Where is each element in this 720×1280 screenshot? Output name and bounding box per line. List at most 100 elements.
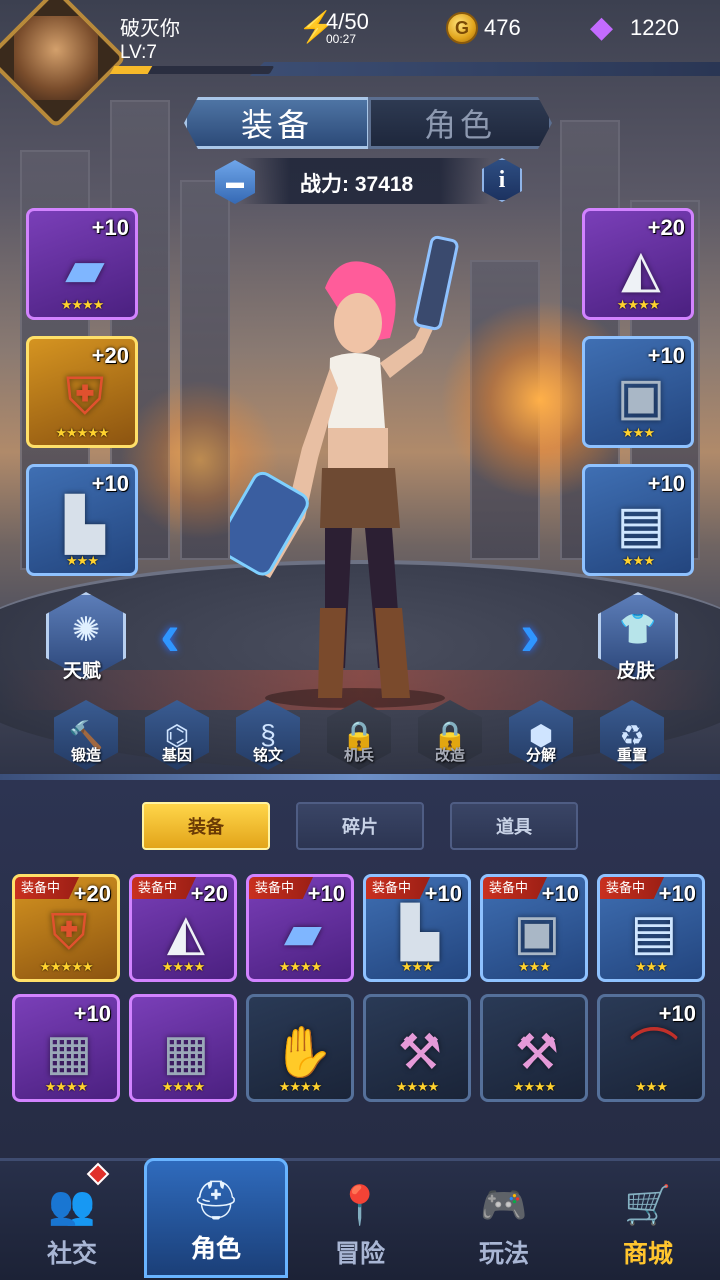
nav-label: 社交 [46,1240,97,1268]
equipped-slot-left-1[interactable]: ▰ +10 ★★★★ [26,208,138,320]
purple-diamond-icon: ◆ [590,11,614,44]
star-rating: ★★★ [518,959,551,974]
combat-power-label: 战力: [300,173,349,196]
inventory-item-9[interactable]: ✋ ★★★★ [246,994,354,1102]
energy-resource[interactable]: ⚡ 4/50 00:27 [298,8,369,48]
equipped-slot-left-3[interactable]: ▙ +10 ★★★ [26,464,138,576]
glove-icon: ✋ [272,1023,334,1080]
enhance-level: +20 [73,881,111,906]
nav-shopping-cart[interactable]: 🛒 商城 [576,1160,720,1280]
gold-coin-icon: G [446,12,478,44]
equipped-slot-right-3[interactable]: ▤ +10 ★★★ [582,464,694,576]
gold-value: 476 [484,15,521,40]
equipped-tag: 装备中 [249,877,313,899]
equipped-tag: 装备中 [366,877,430,899]
enhance-level: +10 [91,215,129,240]
helmet-icon: ◭ [166,903,206,960]
inventory-item-11[interactable]: ⚒ ★★★★ [480,994,588,1102]
inventory-item-1[interactable]: ⛨ 装备中 +20 ★★★★★ [12,874,120,982]
energy-value: 4/50 [326,9,369,34]
blaster-gun-icon: ▰ [283,903,323,960]
equipped-slot-right-1[interactable]: ◭ +20 ★★★★ [582,208,694,320]
equipped-tag: 装备中 [15,877,79,899]
star-rating: ★★★★ [395,1079,440,1094]
character-icon: ⛑ [191,1180,241,1222]
star-rating: ★★★★ [512,1079,557,1094]
inventory-item-6[interactable]: ▤ 装备中 +10 ★★★ [597,874,705,982]
action-label: 分解 [525,747,556,764]
star-rating: ★★★★ [278,1079,323,1094]
enhance-level: +10 [424,881,462,906]
enhance-level: +10 [658,881,696,906]
character-model [230,235,459,708]
prev-character-arrow[interactable]: ‹ [160,600,180,669]
tab-equipment[interactable]: 装备 [184,97,370,149]
combat-power-value: 37418 [354,173,414,196]
gauntlet-icon: ▣ [616,366,666,425]
inventory-tab-items[interactable]: 道具 [450,802,578,850]
bow-icon: ⌒ [629,1023,679,1080]
nav-social[interactable]: 👥 社交 [0,1160,144,1280]
gamepad-icon: 🎮 [480,1185,528,1227]
enhance-level: +10 [647,343,685,368]
notification-badge [86,1162,110,1186]
hammer-icon: ⚒ [397,1023,443,1080]
enhance-level: +10 [541,881,579,906]
nav-map-pin[interactable]: 📍 冒险 [288,1160,432,1280]
enhance-level: +10 [658,1001,696,1026]
nav-label: 角色 [190,1235,241,1263]
equipped-slot-left-2[interactable]: ⛨ +20 ★★★★★ [26,336,138,448]
equipped-tag: 装备中 [483,877,547,899]
energy-timer: 00:27 [326,32,357,46]
inventory-item-3[interactable]: ▰ 装备中 +10 ★★★★ [246,874,354,982]
boots-icon: ▙ [400,903,440,960]
star-rating: ★★★★★ [39,959,93,974]
armor-vest-icon: ⛨ [50,903,88,960]
gem-resource[interactable]: ◆ 1220 [590,8,679,48]
inventory-item-4[interactable]: ▙ 装备中 +10 ★★★ [363,874,471,982]
next-character-arrow[interactable]: › [520,600,540,669]
nav-label: 商城 [622,1240,673,1268]
enhance-level: +10 [307,881,345,906]
player-level: LV:7 [120,42,157,63]
gold-resource[interactable]: G 476 [446,8,521,48]
player-name: 破灭你 [120,18,180,40]
action-label: 机兵 [343,747,374,764]
nav-label: 玩法 [478,1240,529,1268]
xp-fill [109,66,153,74]
chest-armor-icon: ▦ [162,1023,210,1080]
nav-gamepad[interactable]: 🎮 玩法 [432,1160,576,1280]
star-rating: ★★★ [66,553,99,568]
inventory-item-5[interactable]: ▣ 装备中 +10 ★★★ [480,874,588,982]
talent-label: 天赋 [62,661,101,682]
helmet-icon: ◭ [621,238,661,297]
inventory-item-12[interactable]: ⌒ +10 ★★★ [597,994,705,1102]
gem-value: 1220 [630,15,679,40]
inventory-item-8[interactable]: ▦ ★★★★ [129,994,237,1102]
star-rating: ★★★ [622,553,655,568]
map-pin-icon: 📍 [336,1185,384,1227]
star-rating: ★★★ [622,425,655,440]
equipped-slot-right-2[interactable]: ▣ +10 ★★★ [582,336,694,448]
star-rating: ★★★★ [616,297,661,312]
tab-character[interactable]: 角色 [368,97,552,149]
action-label: 铭文 [252,747,283,764]
inventory-tab-fragments[interactable]: 碎片 [296,802,424,850]
header-bar [250,62,720,76]
action-label: 基因 [161,747,192,764]
inventory-tab-equipment[interactable]: 装备 [142,802,270,850]
star-rating: ★★★★ [278,959,323,974]
nav-character[interactable]: ⛑ 角色 [144,1158,288,1278]
enhance-level: +20 [91,343,129,368]
inventory-item-7[interactable]: ▦ +10 ★★★★ [12,994,120,1102]
inventory-item-10[interactable]: ⚒ ★★★★ [363,994,471,1102]
action-label: 改造 [434,747,465,764]
nav-label: 冒险 [334,1240,385,1268]
blaster-gun-icon: ▰ [65,238,105,297]
equipped-tag: 装备中 [600,877,664,899]
star-rating: ★★★★ [161,959,206,974]
combat-power: 战力: 37418 [300,168,413,198]
inventory-item-2[interactable]: ◭ 装备中 +20 ★★★★ [129,874,237,982]
star-rating: ★★★★★ [55,425,109,440]
chest-armor-icon: ▦ [45,1023,93,1080]
